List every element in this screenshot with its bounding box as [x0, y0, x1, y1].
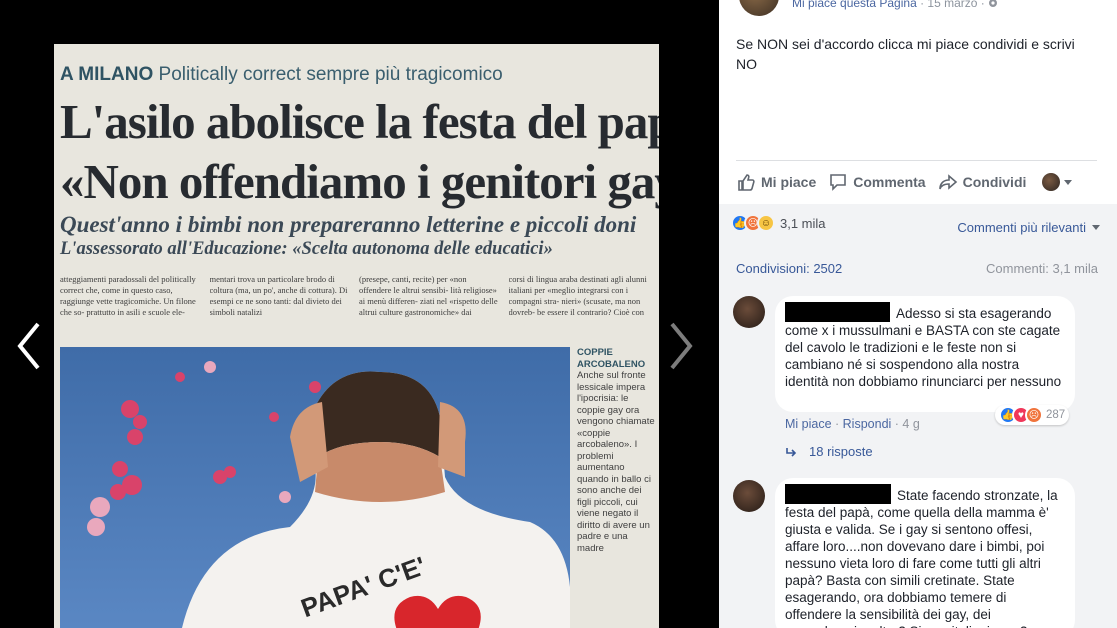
share-button[interactable]: Condividi: [938, 172, 1026, 192]
like-button[interactable]: Mi piace: [736, 172, 816, 192]
reactions-count: 3,1 mila: [780, 215, 826, 231]
newspaper-column: corsi di lingua araba destinati agli alu…: [508, 274, 647, 317]
divider: [736, 160, 1097, 161]
shares-count-link[interactable]: Condivisioni: 2502: [736, 261, 842, 276]
angry-reaction-icon: ☹: [1025, 406, 1043, 424]
redacted-name: [785, 484, 891, 504]
newspaper-headline-2: «Non offendiamo i genitori gay»: [60, 154, 659, 209]
post-side-panel: Mi piace questa Pagina · 15 marzo · Se N…: [719, 0, 1117, 628]
newspaper-kicker: A MILANO Politically correct sempre più …: [60, 64, 503, 85]
comment-bubble: Adesso si sta esagerando come x i mussul…: [775, 296, 1075, 412]
choose-identity-dropdown[interactable]: [1042, 173, 1073, 191]
reactions-summary[interactable]: 👍 ☹ ☺ 3,1 mila: [731, 214, 826, 232]
comment-button[interactable]: Commenta: [828, 172, 926, 192]
commenter-avatar[interactable]: [733, 296, 765, 328]
chevron-down-icon: [1064, 179, 1073, 185]
comment-bubble: State facendo stronzate, la festa del pa…: [775, 478, 1075, 628]
view-replies-link[interactable]: 18 risposte: [785, 444, 873, 459]
haha-reaction-icon: ☺: [757, 214, 775, 232]
newspaper-column: mentari trova un particolare brodo di co…: [209, 274, 348, 317]
newspaper-column: (presepe, canti, recite) per «non offend…: [359, 274, 498, 317]
globe-icon: [989, 0, 998, 7]
newspaper-picture: PAPA' C'E': [60, 347, 570, 628]
newspaper-columns: atteggiamenti paradossali del politicall…: [60, 274, 650, 334]
next-photo-arrow-icon[interactable]: [662, 318, 702, 374]
post-actions: Mi piace Commenta Condividi: [736, 166, 1102, 198]
comment-reactions[interactable]: 👍 ♥ ☹ 287: [995, 405, 1070, 425]
newspaper-column: atteggiamenti paradossali del politicall…: [60, 274, 196, 317]
redacted-name: [785, 302, 890, 322]
share-arrow-icon: [938, 174, 957, 190]
comments-count-link[interactable]: Commenti: 3,1 mila: [986, 261, 1098, 276]
post-text: Se NON sei d'accordo clicca mi piace con…: [736, 36, 1075, 72]
comment-icon: [830, 174, 847, 191]
reply-arrow-icon: [786, 447, 797, 457]
comment-sort-dropdown[interactable]: Commenti più rilevanti: [957, 220, 1100, 235]
newspaper-subheadline-2: L'assessorato all'Educazione: «Scelta au…: [60, 239, 553, 259]
previous-photo-arrow-icon[interactable]: [8, 318, 48, 374]
comment-like-link[interactable]: Mi piace: [785, 417, 832, 431]
chevron-down-icon: [1092, 225, 1100, 230]
page-avatar[interactable]: [739, 0, 779, 16]
comment-actions: Mi piace · Rispondi · 4 g: [785, 417, 920, 431]
post-meta: Mi piace questa Pagina · 15 marzo ·: [792, 0, 998, 10]
user-avatar: [1042, 173, 1061, 191]
newspaper-subheadline-1: Quest'anno i bimbi non prepareranno lett…: [60, 212, 637, 237]
commenter-avatar[interactable]: [733, 480, 765, 512]
comment-text: State facendo stronzate, la festa del pa…: [785, 488, 1058, 628]
newspaper-headline-1: L'asilo abolisce la festa del papà: [60, 94, 659, 149]
photo-viewer: A MILANO Politically correct sempre più …: [0, 0, 719, 628]
comment-reply-link[interactable]: Rispondi: [843, 417, 892, 431]
like-page-link[interactable]: Mi piace questa Pagina: [792, 0, 917, 10]
comment-time[interactable]: 4 g: [902, 417, 919, 431]
newspaper-photo: A MILANO Politically correct sempre più …: [54, 44, 659, 628]
thumbs-up-icon: [738, 174, 755, 191]
post-date[interactable]: 15 marzo: [927, 0, 977, 10]
newspaper-sidebar: COPPIE ARCOBALENO Anche sul fronte lessi…: [577, 347, 655, 554]
